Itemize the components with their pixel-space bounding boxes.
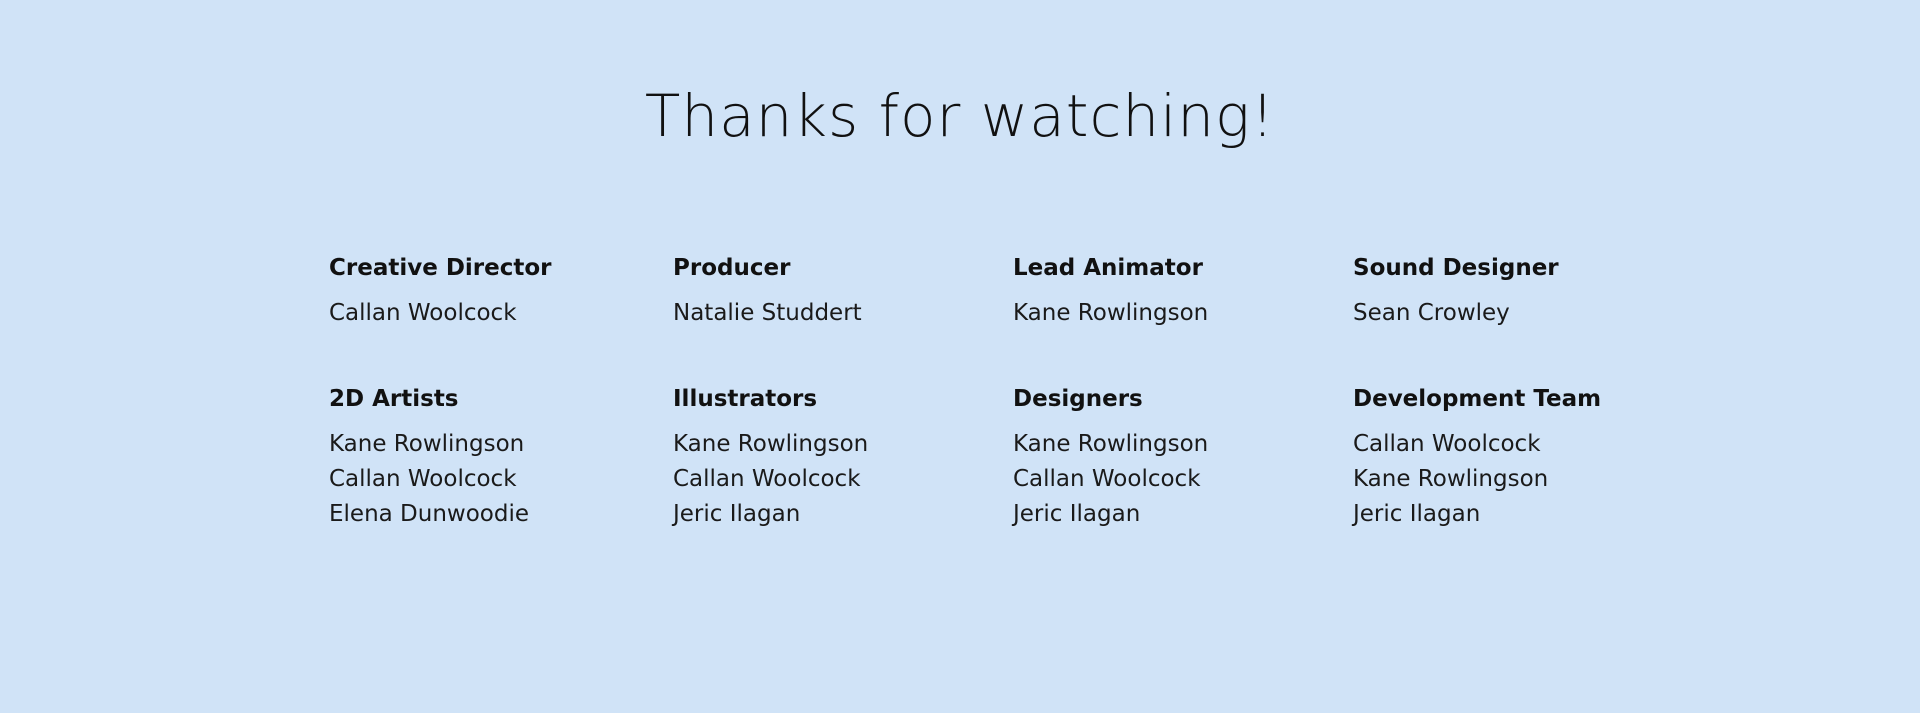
credit-block-designers: Designers Kane Rowlingson Callan Woolcoc…: [1013, 385, 1333, 536]
role-title: Producer: [673, 255, 791, 281]
credit-block-creative-director: Creative Director Callan Woolcock: [329, 254, 649, 335]
name-list: Callan Woolcock: [329, 291, 649, 335]
role-title: 2D Artists: [329, 386, 459, 412]
name-list: Natalie Studdert: [673, 291, 993, 335]
credit-name: Sean Crowley: [1353, 300, 1510, 326]
credit-block-producer: Producer Natalie Studdert: [673, 254, 993, 335]
credit-block-sound-designer: Sound Designer Sean Crowley: [1353, 254, 1673, 335]
credit-name: Callan Woolcock: [329, 300, 517, 326]
credit-block-2d-artists: 2D Artists Kane Rowlingson Callan Woolco…: [329, 385, 649, 536]
credit-name: Elena Dunwoodie: [329, 501, 530, 527]
credit-block-illustrators: Illustrators Kane Rowlingson Callan Wool…: [673, 385, 993, 536]
role-title: Lead Animator: [1013, 255, 1203, 281]
page-title: Thanks for watching!: [644, 82, 1276, 150]
credit-block-development-team: Development Team Callan Woolcock Kane Ro…: [1353, 385, 1673, 536]
credit-name: Natalie Studdert: [673, 300, 862, 326]
role-title: Sound Designer: [1353, 255, 1559, 281]
name-list: Kane Rowlingson Callan Woolcock Jeric Il…: [673, 422, 993, 536]
role-title: Illustrators: [673, 386, 818, 412]
role-title: Designers: [1013, 386, 1143, 412]
name-list: Kane Rowlingson: [1013, 291, 1333, 335]
credit-name: Kane Rowlingson: [1013, 300, 1209, 326]
name-list: Kane Rowlingson Callan Woolcock Elena Du…: [329, 422, 649, 536]
credit-block-lead-animator: Lead Animator Kane Rowlingson: [1013, 254, 1333, 335]
name-list: Sean Crowley: [1353, 291, 1673, 335]
role-title: Creative Director: [329, 255, 552, 281]
role-title: Development Team: [1353, 386, 1602, 412]
name-list: Callan Woolcock Kane Rowlingson Jeric Il…: [1353, 422, 1673, 536]
name-list: Kane Rowlingson Callan Woolcock Jeric Il…: [1013, 422, 1333, 536]
